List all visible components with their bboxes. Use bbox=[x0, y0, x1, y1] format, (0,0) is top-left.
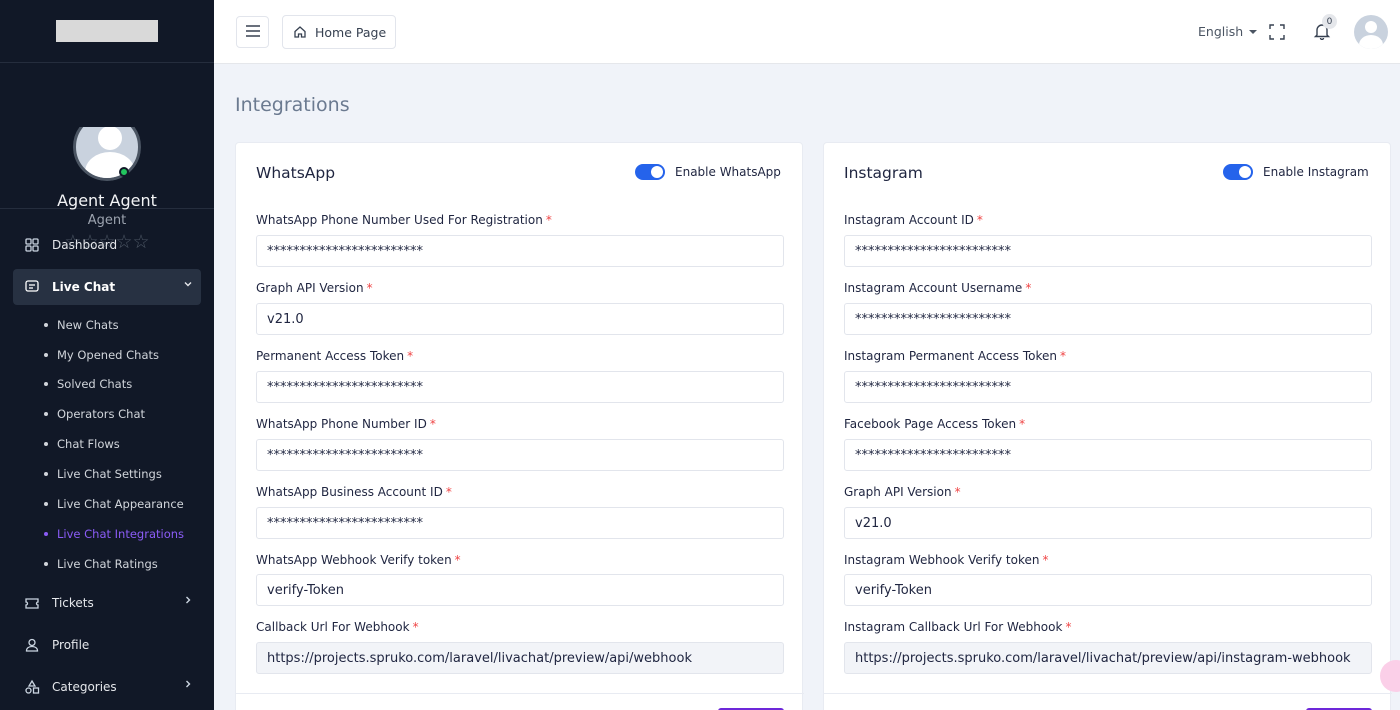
callback-url-input[interactable]: https://projects.spruko.com/laravel/liva… bbox=[256, 642, 784, 674]
sidebar-subitem-label: New Chats bbox=[57, 318, 119, 332]
logo[interactable] bbox=[56, 20, 158, 42]
sidebar-item-label: Categories bbox=[52, 680, 117, 694]
instagram-card-title: Instagram bbox=[844, 164, 923, 182]
sidebar-subitem-label: Live Chat Integrations bbox=[57, 527, 185, 541]
language-label: English bbox=[1198, 24, 1244, 39]
user-icon bbox=[23, 636, 41, 654]
webhook-verify-token-input[interactable]: verify-Token bbox=[256, 574, 784, 606]
sidebar-subitem-live-chat-appearance[interactable]: Live Chat Appearance bbox=[44, 497, 184, 511]
profile-role: Agent bbox=[87, 213, 127, 228]
sidebar-subitem-live-chat-integrations[interactable]: Live Chat Integrations bbox=[44, 527, 184, 541]
field-label: Instagram Account Username * bbox=[844, 281, 1032, 295]
sidebar-subitem-chat-flows[interactable]: Chat Flows bbox=[44, 437, 120, 451]
profile-section: Agent Agent Agent ☆☆☆☆☆ bbox=[0, 63, 214, 253]
sidebar-subitem-label: Live Chat Appearance bbox=[57, 497, 184, 511]
sidebar-subitem-label: Operators Chat bbox=[57, 407, 145, 421]
chevron-right-icon bbox=[183, 679, 193, 692]
toggle-label: Enable Instagram bbox=[1263, 165, 1369, 179]
toggle-label: Enable WhatsApp bbox=[675, 165, 781, 179]
sidebar-subitem-label: My Opened Chats bbox=[57, 348, 159, 362]
instagram-username-input[interactable]: ************************ bbox=[844, 303, 1372, 335]
field-label: Permanent Access Token * bbox=[256, 349, 414, 363]
instagram-account-id-input[interactable]: ************************ bbox=[844, 235, 1372, 267]
menu-toggle-button[interactable] bbox=[236, 16, 269, 48]
sidebar-subitem-label: Solved Chats bbox=[57, 377, 133, 391]
field-label: WhatsApp Webhook Verify token * bbox=[256, 553, 461, 567]
instagram-card: Instagram Enable Instagram Instagram Acc… bbox=[823, 142, 1392, 710]
whatsapp-card-title: WhatsApp bbox=[256, 164, 336, 182]
toggle-switch[interactable] bbox=[635, 164, 665, 180]
sidebar-subitem-live-chat-settings[interactable]: Live Chat Settings bbox=[44, 467, 162, 481]
sidebar-subitem-label: Live Chat Ratings bbox=[57, 557, 158, 571]
whatsapp-phone-number-input[interactable]: ************************ bbox=[256, 235, 784, 267]
enable-instagram-toggle[interactable]: Enable Instagram bbox=[1223, 164, 1369, 180]
online-status-dot bbox=[119, 167, 129, 177]
sidebar-subitem-solved-chats[interactable]: Solved Chats bbox=[44, 377, 132, 391]
instagram-callback-url-input[interactable]: https://projects.spruko.com/laravel/liva… bbox=[844, 642, 1372, 674]
fullscreen-icon[interactable] bbox=[1269, 24, 1285, 44]
field-label: WhatsApp Phone Number Used For Registrat… bbox=[256, 213, 552, 227]
notification-badge: 0 bbox=[1322, 14, 1337, 29]
sidebar-subitem-label: Live Chat Settings bbox=[57, 467, 162, 481]
sidebar-item-label: Dashboard bbox=[52, 238, 118, 252]
sidebar-subitem-operators-chat[interactable]: Operators Chat bbox=[44, 407, 145, 421]
home-page-label: Home Page bbox=[315, 24, 387, 40]
instagram-access-token-input[interactable]: ************************ bbox=[844, 371, 1372, 403]
sidebar: Agent Agent Agent ☆☆☆☆☆ Dashboard Live C… bbox=[0, 0, 214, 710]
card-footer-divider bbox=[824, 693, 1392, 694]
business-account-id-input[interactable]: ************************ bbox=[256, 507, 784, 539]
avatar[interactable] bbox=[73, 127, 141, 181]
field-label: WhatsApp Phone Number ID * bbox=[256, 417, 436, 431]
sidebar-subitem-live-chat-ratings[interactable]: Live Chat Ratings bbox=[44, 557, 158, 571]
facebook-page-token-input[interactable]: ************************ bbox=[844, 439, 1372, 471]
sidebar-subitem-label: Chat Flows bbox=[57, 437, 120, 451]
sidebar-item-profile[interactable]: Profile bbox=[13, 627, 201, 663]
field-label: Facebook Page Access Token * bbox=[844, 417, 1026, 431]
sidebar-item-label: Tickets bbox=[52, 596, 94, 610]
field-label: Instagram Account ID * bbox=[844, 213, 983, 227]
field-label: WhatsApp Business Account ID * bbox=[256, 485, 452, 499]
home-page-button[interactable]: Home Page bbox=[282, 15, 396, 49]
profile-name: Agent Agent bbox=[57, 191, 157, 210]
caret-down-icon bbox=[1249, 29, 1258, 34]
field-label: Graph API Version * bbox=[844, 485, 961, 499]
graph-api-version-input[interactable]: v21.0 bbox=[256, 303, 784, 335]
sidebar-item-dashboard[interactable]: Dashboard bbox=[13, 227, 201, 263]
whatsapp-card: WhatsApp Enable WhatsApp WhatsApp Phone … bbox=[235, 142, 804, 710]
field-label: Graph API Version * bbox=[256, 281, 373, 295]
card-footer-divider bbox=[236, 693, 804, 694]
dashboard-icon bbox=[23, 236, 41, 254]
toggle-switch[interactable] bbox=[1223, 164, 1253, 180]
sidebar-item-label: Live Chat bbox=[52, 280, 116, 294]
categories-icon bbox=[23, 678, 41, 696]
sidebar-item-label: Profile bbox=[52, 638, 90, 652]
chevron-down-icon bbox=[183, 279, 193, 292]
sidebar-subitem-my-opened-chats[interactable]: My Opened Chats bbox=[44, 348, 159, 362]
hamburger-icon bbox=[245, 23, 261, 42]
ticket-icon bbox=[23, 594, 41, 612]
chat-icon bbox=[23, 278, 41, 296]
field-label: Instagram Webhook Verify token * bbox=[844, 553, 1049, 567]
field-label: Instagram Callback Url For Webhook * bbox=[844, 620, 1072, 634]
language-select[interactable]: English bbox=[1198, 24, 1258, 39]
sidebar-item-live-chat[interactable]: Live Chat bbox=[13, 269, 201, 305]
phone-number-id-input[interactable]: ************************ bbox=[256, 439, 784, 471]
top-header: Home Page English 0 bbox=[214, 0, 1400, 64]
home-icon bbox=[293, 25, 307, 39]
user-avatar[interactable] bbox=[1354, 15, 1388, 49]
sidebar-subitem-new-chats[interactable]: New Chats bbox=[44, 318, 119, 332]
sidebar-item-tickets[interactable]: Tickets bbox=[13, 585, 201, 621]
field-label: Instagram Permanent Access Token * bbox=[844, 349, 1066, 363]
page-title: Integrations bbox=[235, 94, 350, 116]
instagram-verify-token-input[interactable]: verify-Token bbox=[844, 574, 1372, 606]
logo-bar bbox=[0, 0, 214, 63]
field-label: Callback Url For Webhook * bbox=[256, 620, 419, 634]
enable-whatsapp-toggle[interactable]: Enable WhatsApp bbox=[635, 164, 781, 180]
permanent-access-token-input[interactable]: ************************ bbox=[256, 371, 784, 403]
graph-api-version-input[interactable]: v21.0 bbox=[844, 507, 1372, 539]
sidebar-item-categories[interactable]: Categories bbox=[13, 669, 201, 705]
chevron-right-icon bbox=[183, 595, 193, 608]
